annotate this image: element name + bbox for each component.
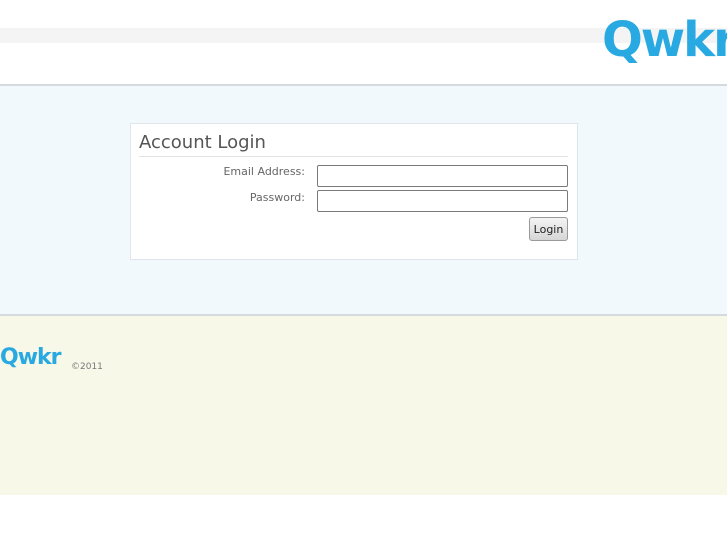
site-header: Qwkr [0, 0, 727, 84]
password-field[interactable] [317, 190, 568, 212]
login-title: Account Login [139, 131, 568, 157]
copyright-text: ©2011 [71, 362, 103, 372]
main-content: Account Login Email Address: Password: L… [0, 84, 727, 316]
password-label: Password: [249, 191, 305, 204]
site-footer: Qwkr ©2011 [0, 316, 727, 495]
login-panel: Account Login Email Address: Password: L… [130, 123, 578, 260]
email-label: Email Address: [223, 165, 305, 178]
qwkr-logo[interactable]: Qwkr [602, 12, 727, 68]
email-field[interactable] [317, 165, 568, 187]
footer-logo[interactable]: Qwkr [0, 344, 62, 372]
login-button[interactable]: Login [529, 217, 568, 241]
